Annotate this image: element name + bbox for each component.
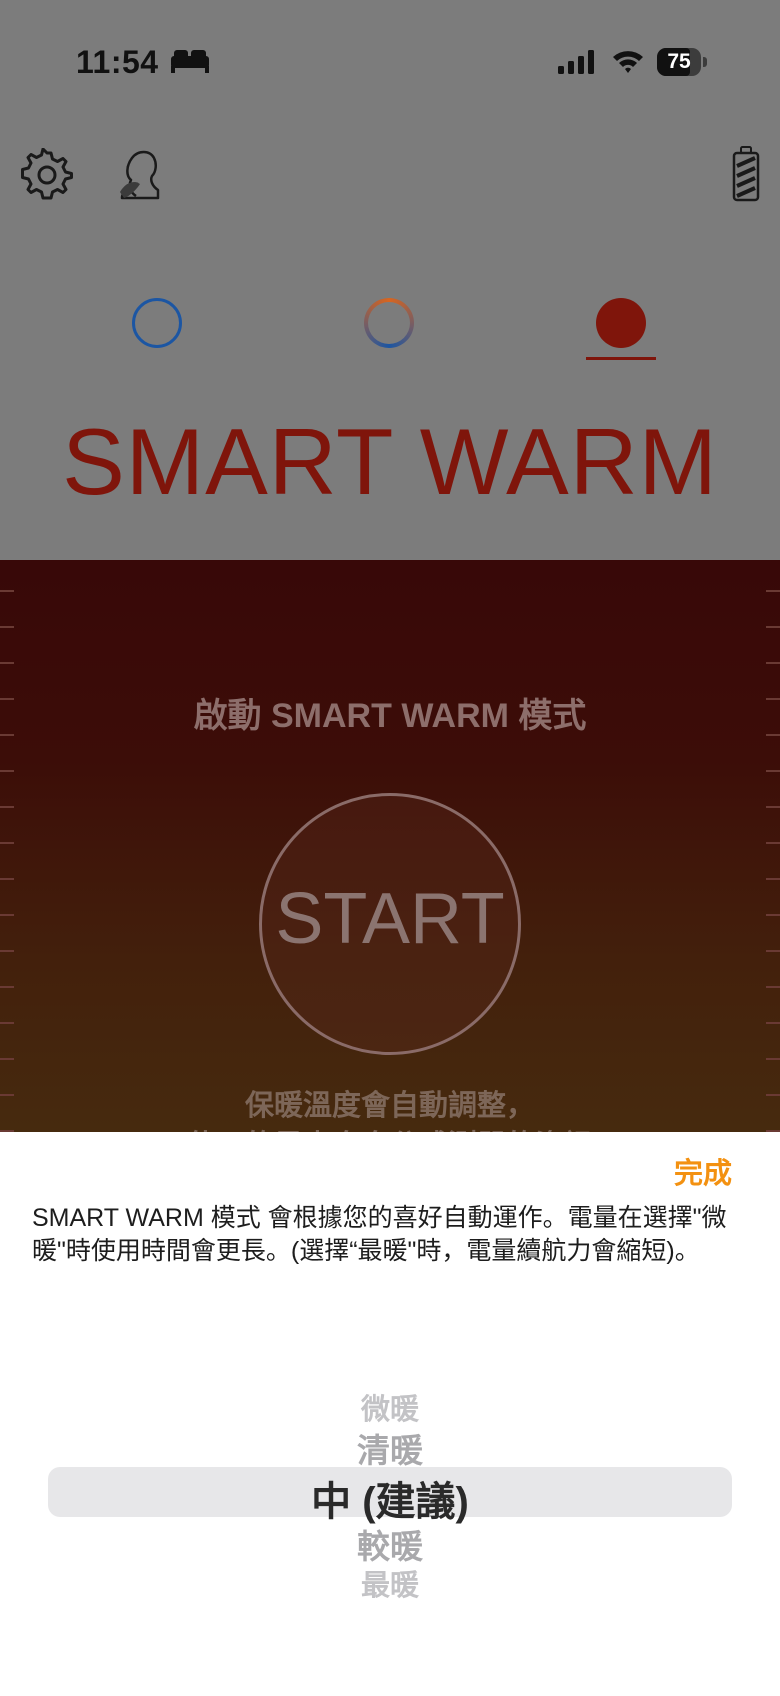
mode-title: SMART WARM (62, 409, 718, 514)
phone-battery-icon: 75 (657, 48, 707, 78)
device-battery-icon[interactable] (732, 146, 760, 207)
hint-line-1: 保暖溫度會自動調整， (244, 1090, 535, 1122)
intensity-picker-sheet: 完成 SMART WARM 模式 會根據您的喜好自動運作。電量在選擇"微暖"時使… (0, 1132, 780, 1696)
ruler-tick (0, 590, 14, 592)
ruler-tick (766, 986, 780, 988)
mode-cool-button[interactable] (132, 298, 182, 348)
picker-option[interactable]: 較暖 (0, 1520, 780, 1568)
hint-line-2: 使用的是專身身分感測器的資訊 (0, 1122, 780, 1132)
status-time: 11:54 (76, 44, 159, 80)
ruler-tick (0, 986, 14, 988)
picker-option-selected[interactable]: 中 (建議) (0, 1469, 780, 1527)
status-bar: 11:54 75 (0, 0, 780, 120)
ruler-tick (766, 914, 780, 916)
cellular-signal-icon (558, 50, 596, 79)
picker-option[interactable]: 最暖 (0, 1562, 780, 1604)
selected-mode-indicator (586, 357, 656, 360)
ruler-tick (766, 1022, 780, 1024)
ruler-tick (0, 914, 14, 916)
app-header-area: 11:54 75 SMART WARM (0, 0, 780, 560)
ruler-tick (766, 1058, 780, 1060)
ruler-tick (766, 878, 780, 880)
ruler-tick (766, 626, 780, 628)
ruler-tick (0, 1022, 14, 1024)
picker-option[interactable]: 微暖 (0, 1386, 780, 1428)
sheet-description: SMART WARM 模式 會根據您的喜好自動運作。電量在選擇"微暖"時使用時間… (32, 1204, 727, 1265)
profile-icon[interactable] (116, 146, 162, 207)
ruler-tick (766, 950, 780, 952)
start-label: START (275, 879, 505, 959)
ruler-tick (0, 770, 14, 772)
ruler-tick (0, 626, 14, 628)
ruler-tick (0, 950, 14, 952)
ruler-tick (766, 662, 780, 664)
mode-warm-button[interactable] (596, 298, 646, 348)
panel-heading: 啟動 SMART WARM 模式 (193, 697, 587, 735)
gear-icon[interactable] (20, 147, 74, 207)
start-button[interactable]: START (259, 793, 521, 1055)
done-button[interactable]: 完成 (674, 1150, 732, 1192)
ruler-tick (0, 1058, 14, 1060)
wifi-icon (611, 48, 645, 79)
ruler-tick (766, 770, 780, 772)
picker-option[interactable]: 清暖 (0, 1424, 780, 1472)
ruler-tick (0, 806, 14, 808)
ruler-tick (766, 806, 780, 808)
battery-percent: 75 (667, 50, 691, 73)
ruler-tick (0, 842, 14, 844)
ruler-tick (766, 842, 780, 844)
sleep-focus-icon (170, 48, 210, 79)
heat-panel: 啟動 SMART WARM 模式 START 保暖溫度會自動調整， 使用的是專身… (0, 560, 780, 1132)
ruler-tick (766, 590, 780, 592)
mode-balance-button[interactable] (364, 298, 414, 348)
ruler-tick (0, 878, 14, 880)
ruler-tick (0, 662, 14, 664)
